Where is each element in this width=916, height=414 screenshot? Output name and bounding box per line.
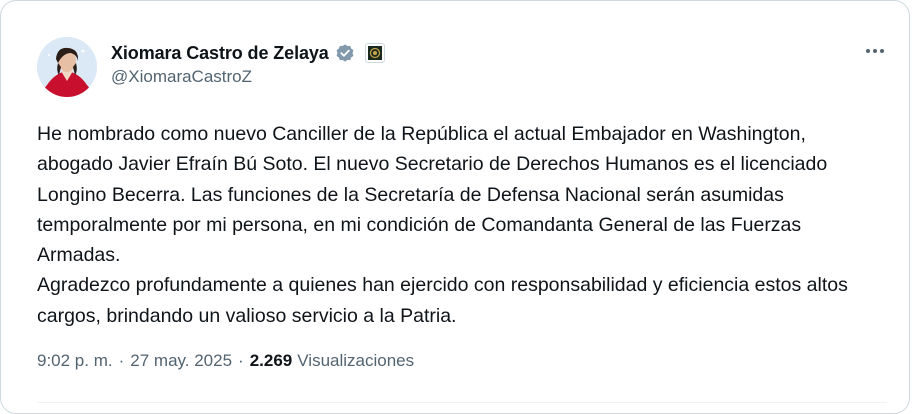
tweet-date[interactable]: 27 may. 2025 <box>130 351 232 371</box>
tweet-paragraph-2: Agradezco profundamente a quienes han ej… <box>37 274 848 327</box>
author-handle[interactable]: @XiomaraCastroZ <box>111 67 252 87</box>
meta-separator: · <box>118 351 125 370</box>
tweet-text: He nombrado como nuevo Canciller de la R… <box>37 119 887 331</box>
divider <box>37 402 887 403</box>
tweet-card: Xiomara Castro de Zelaya @XiomaraCastroZ… <box>0 0 910 414</box>
avatar-image <box>37 37 97 97</box>
more-options-icon[interactable] <box>861 39 889 63</box>
tweet-paragraph-1: He nombrado como nuevo Canciller de la R… <box>37 123 828 267</box>
tweet-time[interactable]: 9:02 p. m. <box>37 351 113 371</box>
views-count: 2.269 <box>249 351 293 370</box>
author-name-row: Xiomara Castro de Zelaya <box>111 41 385 65</box>
views-label[interactable]: Visualizaciones <box>297 351 414 371</box>
tweet-meta: 9:02 p. m. · 27 may. 2025 · 2.269 Visual… <box>37 351 414 371</box>
meta-separator: · <box>238 351 244 370</box>
avatar[interactable] <box>37 37 97 97</box>
verified-badge-icon[interactable] <box>335 43 355 63</box>
author-display-name[interactable]: Xiomara Castro de Zelaya <box>111 43 329 64</box>
government-affiliation-icon[interactable] <box>364 43 385 63</box>
